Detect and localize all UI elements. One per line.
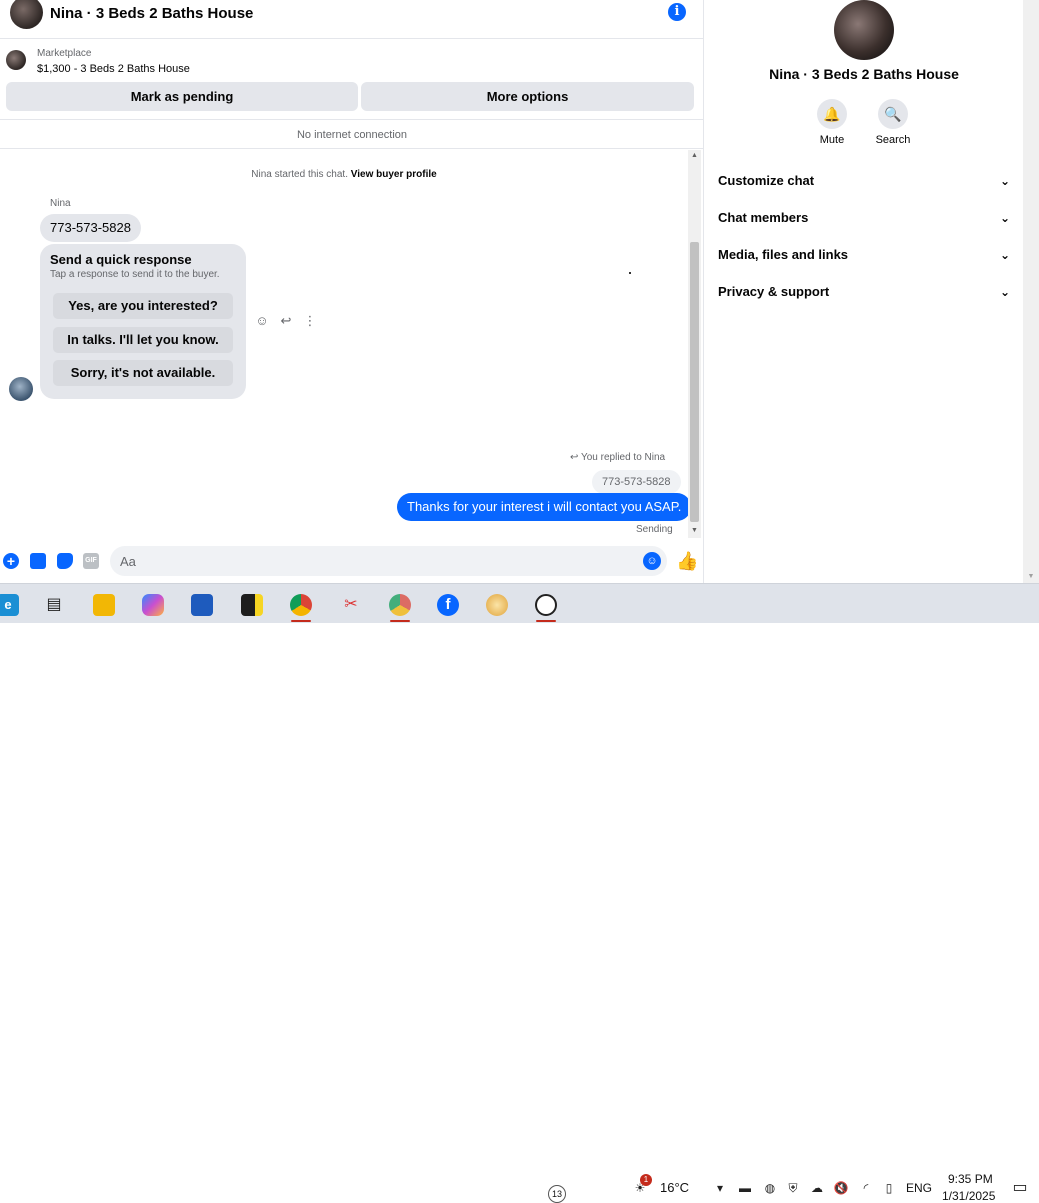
scroll-up-arrow-icon[interactable]: ▲ bbox=[690, 151, 699, 160]
chevron-down-icon: ⌄ bbox=[999, 285, 1010, 299]
chevron-down-icon: ⌄ bbox=[999, 211, 1010, 225]
marketplace-label: Marketplace bbox=[37, 48, 92, 59]
chat-started-notice: Nina started this chat. View buyer profi… bbox=[0, 169, 688, 180]
copilot-icon[interactable] bbox=[133, 588, 173, 620]
clock-date[interactable]: 1/31/2025 bbox=[942, 1189, 995, 1203]
cloud-offline-icon[interactable]: ☁ bbox=[809, 1180, 825, 1196]
weather-badge: 1 bbox=[640, 1174, 652, 1186]
language-indicator[interactable]: ENG bbox=[906, 1181, 932, 1195]
like-icon[interactable]: 👍 bbox=[676, 551, 698, 571]
sender-avatar[interactable] bbox=[9, 377, 33, 401]
quick-response-card: Send a quick response Tap a response to … bbox=[40, 244, 246, 399]
emoji-icon[interactable]: ☺ bbox=[643, 552, 661, 570]
message-scrollbar-thumb[interactable] bbox=[690, 242, 699, 522]
profile-avatar[interactable] bbox=[834, 0, 894, 60]
snipping-tool-icon[interactable]: ✂ bbox=[331, 588, 371, 620]
chrome-profile-icon[interactable] bbox=[380, 588, 420, 622]
quick-response-option[interactable]: In talks. I'll let you know. bbox=[53, 327, 233, 353]
reply-indicator: ↩ You replied to Nina bbox=[570, 452, 665, 463]
incoming-message-bubble[interactable]: 773-573-5828 bbox=[40, 214, 141, 242]
mute-action[interactable]: 🔔 Mute bbox=[807, 99, 857, 146]
message-status: Sending bbox=[636, 524, 673, 535]
clock-time[interactable]: 9:35 PM bbox=[948, 1172, 993, 1186]
quoted-message[interactable]: 773-573-5828 bbox=[592, 470, 681, 494]
privacy-support-row[interactable]: Privacy & support ⌄ bbox=[718, 277, 1010, 307]
battery-icon[interactable]: ▯ bbox=[881, 1180, 897, 1196]
customize-chat-row[interactable]: Customize chat ⌄ bbox=[718, 166, 1010, 196]
row-label: Customize chat bbox=[718, 173, 815, 188]
sticker-icon[interactable] bbox=[57, 553, 73, 569]
more-vertical-icon[interactable]: ⋮ bbox=[303, 313, 317, 329]
window-scroll-down-arrow-icon[interactable]: ▼ bbox=[1025, 573, 1037, 583]
mark-as-pending-button[interactable]: Mark as pending bbox=[6, 82, 358, 111]
stray-dot bbox=[629, 272, 631, 274]
message-actions: ☺ ↩ ⋮ bbox=[255, 313, 317, 329]
bell-icon[interactable]: 🔔 bbox=[817, 99, 847, 129]
battery-saver-icon[interactable]: ▬ bbox=[737, 1180, 753, 1196]
chat-info-panel: Nina · 3 Beds 2 Baths House 🔔 Mute 🔍 Sea… bbox=[705, 0, 1023, 583]
search-icon[interactable]: 🔍 bbox=[878, 99, 908, 129]
search-label: Search bbox=[875, 134, 911, 146]
marketplace-bar: Marketplace $1,300 - 3 Beds 2 Baths Hous… bbox=[0, 40, 704, 120]
antivirus-icon[interactable]: ◍ bbox=[762, 1180, 778, 1196]
quick-response-title: Send a quick response bbox=[50, 252, 192, 267]
connection-banner: No internet connection bbox=[0, 121, 704, 149]
chat-members-row[interactable]: Chat members ⌄ bbox=[718, 203, 1010, 233]
microsoft-store-icon[interactable] bbox=[182, 588, 222, 620]
row-label: Media, files and links bbox=[718, 247, 849, 262]
gif-icon[interactable]: GIF bbox=[83, 553, 99, 569]
quick-response-option[interactable]: Sorry, it's not available. bbox=[53, 360, 233, 386]
mute-label: Mute bbox=[819, 134, 845, 146]
task-view-icon[interactable]: ▤ bbox=[34, 588, 74, 620]
facebook-icon[interactable]: f bbox=[428, 588, 468, 620]
info-icon[interactable]: i bbox=[668, 3, 686, 21]
reply-indicator-text: You replied to Nina bbox=[580, 452, 666, 463]
message-list: Nina started this chat. View buyer profi… bbox=[0, 150, 692, 540]
chat-header: Nina · 3 Beds 2 Baths House i bbox=[0, 0, 704, 39]
file-explorer-icon[interactable] bbox=[84, 588, 124, 620]
search-action[interactable]: 🔍 Search bbox=[868, 99, 918, 146]
quick-response-option[interactable]: Yes, are you interested? bbox=[53, 293, 233, 319]
sticky-notes-icon[interactable] bbox=[232, 588, 272, 620]
row-label: Privacy & support bbox=[718, 284, 830, 299]
taskbar: e ▤ ✂ f 13 ☀ 1 16°C ▾ ▬ ◍ ⛨ ☁ 🔇 ◜ ▯ ENG … bbox=[0, 583, 1039, 1203]
react-emoji-icon[interactable]: ☺ bbox=[255, 313, 269, 329]
reply-arrow-icon: ↩ bbox=[570, 452, 581, 463]
messenger-window: Nina · 3 Beds 2 Baths House i Marketplac… bbox=[0, 0, 1039, 583]
whatsapp-icon[interactable] bbox=[526, 588, 566, 622]
chat-title[interactable]: Nina · 3 Beds 2 Baths House bbox=[50, 5, 253, 22]
message-input[interactable] bbox=[110, 546, 667, 576]
chat-started-text: Nina started this chat. bbox=[251, 169, 348, 180]
wifi-icon[interactable]: ◜ bbox=[858, 1180, 874, 1196]
window-scrollbar[interactable] bbox=[1023, 0, 1039, 583]
notifications-icon[interactable]: ▭ bbox=[1012, 1180, 1028, 1196]
media-files-links-row[interactable]: Media, files and links ⌄ bbox=[718, 240, 1010, 270]
quick-response-subtitle: Tap a response to send it to the buyer. bbox=[50, 269, 220, 280]
listing-title[interactable]: $1,300 - 3 Beds 2 Baths House bbox=[37, 63, 190, 75]
contact-avatar[interactable] bbox=[10, 0, 43, 29]
view-buyer-profile-link[interactable]: View buyer profile bbox=[351, 169, 437, 180]
composer: + GIF ☺ 👍 bbox=[0, 543, 704, 579]
listing-thumbnail[interactable] bbox=[6, 50, 26, 70]
edge-icon[interactable]: e bbox=[0, 588, 28, 620]
sender-name: Nina bbox=[50, 198, 71, 209]
plus-icon[interactable]: + bbox=[3, 553, 19, 569]
chevron-down-icon: ⌄ bbox=[999, 248, 1010, 262]
volume-muted-icon[interactable]: 🔇 bbox=[833, 1180, 849, 1196]
network-warning-icon[interactable]: ▾ bbox=[712, 1180, 728, 1196]
reply-icon[interactable]: ↩ bbox=[279, 313, 293, 329]
row-label: Chat members bbox=[718, 210, 809, 225]
weather-temperature[interactable]: 16°C bbox=[660, 1180, 689, 1195]
scroll-down-arrow-icon[interactable]: ▼ bbox=[690, 526, 699, 535]
outgoing-message-bubble[interactable]: Thanks for your interest i will contact … bbox=[397, 493, 692, 521]
paint-icon[interactable] bbox=[477, 588, 517, 620]
whatsapp-unread-badge: 13 bbox=[548, 1185, 566, 1203]
chat-panel: Nina · 3 Beds 2 Baths House i Marketplac… bbox=[0, 0, 704, 583]
chrome-icon[interactable] bbox=[281, 588, 321, 622]
more-options-button[interactable]: More options bbox=[361, 82, 694, 111]
profile-name: Nina · 3 Beds 2 Baths House bbox=[769, 66, 959, 82]
security-shield-icon[interactable]: ⛨ bbox=[785, 1180, 801, 1196]
photo-icon[interactable] bbox=[30, 553, 46, 569]
chevron-down-icon: ⌄ bbox=[999, 174, 1010, 188]
